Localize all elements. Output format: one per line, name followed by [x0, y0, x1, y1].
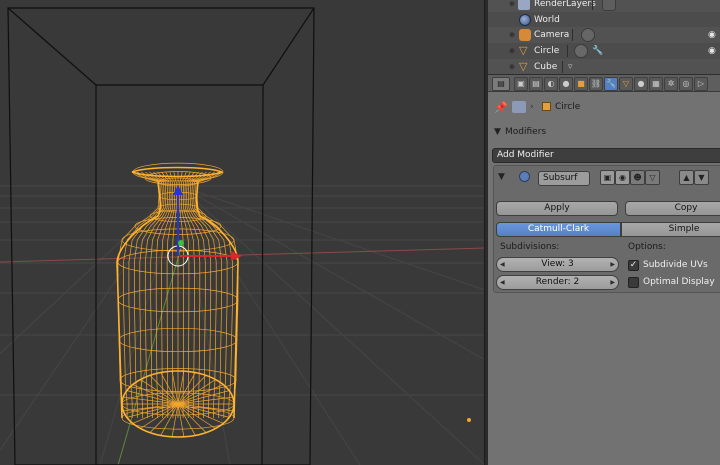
outliner-row-world[interactable]: World [488, 12, 720, 28]
move-down-icon[interactable]: ▼ [694, 170, 709, 185]
outliner[interactable]: ⊕ RenderLayers World ⊕ Camera ◉ ⊕ ▽ Circ… [488, 0, 720, 74]
outliner-row-renderlayers[interactable]: ⊕ RenderLayers [488, 0, 720, 12]
eye-icon[interactable]: ◉ [708, 30, 718, 40]
extra-tab[interactable]: ▷ [694, 77, 708, 91]
show-on-cage-icon[interactable]: ▽ [645, 170, 660, 185]
add-modifier-button[interactable]: Add Modifier [492, 148, 720, 163]
show-in-editmode-icon[interactable]: ▣ [600, 170, 615, 185]
modifier-name-field[interactable]: Subsurf [538, 171, 590, 186]
decrement-icon[interactable]: ◀ [500, 258, 505, 271]
modifiers-section-title[interactable]: Modifiers [505, 127, 546, 138]
outliner-label[interactable]: Camera [534, 29, 569, 41]
separator [567, 45, 568, 57]
breadcrumb-arrow-icon: › [530, 102, 534, 112]
scene-icon [512, 101, 526, 113]
breadcrumb-object: Circle [555, 102, 581, 112]
subdivisions-label: Subdivisions: [500, 242, 560, 252]
simple-toggle[interactable]: Simple [621, 222, 720, 237]
outliner-row-camera[interactable]: ⊕ Camera ◉ [488, 27, 720, 43]
modifiers-tab[interactable]: 🔧 [604, 77, 618, 91]
show-render-icon[interactable]: ☻ [630, 170, 645, 185]
optimal-display-label[interactable]: Optimal Display [643, 277, 715, 288]
object-origin [467, 418, 471, 422]
renderlayers-icon [518, 0, 530, 10]
world-icon [519, 14, 531, 26]
mesh-data-icon[interactable] [574, 44, 588, 58]
wrench-icon[interactable]: 🔧 [592, 45, 603, 57]
right-editor-area: ⊕ RenderLayers World ⊕ Camera ◉ ⊕ ▽ Circ… [488, 0, 720, 465]
mesh-data-icon[interactable]: ▿ [568, 61, 573, 73]
outliner-label[interactable]: World [534, 14, 560, 26]
camera-data-icon[interactable] [581, 28, 595, 42]
increment-icon[interactable]: ▶ [610, 258, 615, 271]
render-tab[interactable]: ▣ [514, 77, 528, 91]
expand-icon[interactable]: ⊕ [508, 47, 516, 55]
viewport-canvas[interactable] [0, 0, 485, 465]
eye-icon[interactable]: ◉ [708, 46, 718, 56]
outliner-row-cube[interactable]: ⊕ ▽ Cube ▿ [488, 59, 720, 74]
outliner-label[interactable]: Circle [534, 45, 559, 57]
move-up-icon[interactable]: ▲ [679, 170, 694, 185]
constraints-tab[interactable]: ⛓ [589, 77, 603, 91]
physics-tab[interactable]: ◎ [679, 77, 693, 91]
material-tab[interactable]: ● [634, 77, 648, 91]
editor-type-button[interactable]: ▤ [492, 77, 510, 91]
mesh-object-icon: ▽ [519, 44, 528, 57]
camera-icon [519, 29, 531, 41]
renderlayers-tab[interactable]: ▤ [529, 77, 543, 91]
outliner-label[interactable]: RenderLayers [534, 0, 596, 10]
render-levels-value: Render: 2 [535, 277, 580, 287]
copy-button[interactable]: Copy [625, 201, 720, 216]
particles-tab[interactable]: ✲ [664, 77, 678, 91]
optimal-display-checkbox[interactable] [628, 277, 639, 288]
increment-icon[interactable]: ▶ [610, 276, 615, 289]
expand-icon[interactable]: ⊕ [508, 31, 516, 39]
separator [572, 29, 573, 41]
properties-header: ▤ ▣ ▤ ◐ ● ■ ⛓ 🔧 ▽ ● ▦ ✲ ◎ ▷ [488, 74, 720, 92]
mesh-object-icon: ▽ [519, 60, 528, 73]
world-tab[interactable]: ● [559, 77, 573, 91]
subdivide-uvs-label[interactable]: Subdivide UVs [643, 260, 708, 271]
data-tab[interactable]: ▽ [619, 77, 633, 91]
separator [562, 61, 563, 73]
apply-button[interactable]: Apply [496, 201, 618, 216]
collapse-icon[interactable]: ▼ [498, 172, 505, 183]
separator [592, 0, 593, 10]
pin-icon[interactable]: 📌 [494, 102, 508, 113]
render-levels-field[interactable]: ◀ Render: 2 ▶ [496, 275, 619, 290]
render-icon[interactable] [602, 0, 616, 11]
decrement-icon[interactable]: ◀ [500, 276, 505, 289]
texture-tab[interactable]: ▦ [649, 77, 663, 91]
outliner-row-circle[interactable]: ⊕ ▽ Circle 🔧 ◉ [488, 43, 720, 59]
catmull-clark-toggle[interactable]: Catmull-Clark [496, 222, 621, 237]
view-levels-field[interactable]: ◀ View: 3 ▶ [496, 257, 619, 272]
scene-tab[interactable]: ◐ [544, 77, 558, 91]
options-label: Options: [628, 242, 666, 252]
subsurf-icon [519, 171, 530, 182]
outliner-label[interactable]: Cube [534, 61, 557, 73]
subdivide-uvs-checkbox[interactable]: ✓ [628, 260, 639, 271]
object-tab[interactable]: ■ [574, 77, 588, 91]
expand-icon[interactable]: ⊕ [508, 0, 516, 8]
collapse-icon[interactable]: ▼ [494, 127, 501, 138]
view-levels-value: View: 3 [541, 259, 574, 269]
properties-body: 📌 › Circle ▼ Modifiers Add Modifier ▼ Su… [488, 92, 720, 465]
expand-icon[interactable]: ⊕ [508, 63, 516, 71]
3d-viewport[interactable] [0, 0, 485, 465]
show-in-viewport-icon[interactable]: ◉ [615, 170, 630, 185]
cube-icon [542, 102, 551, 111]
x-axis-line [0, 247, 485, 263]
floor-grid [0, 185, 485, 465]
